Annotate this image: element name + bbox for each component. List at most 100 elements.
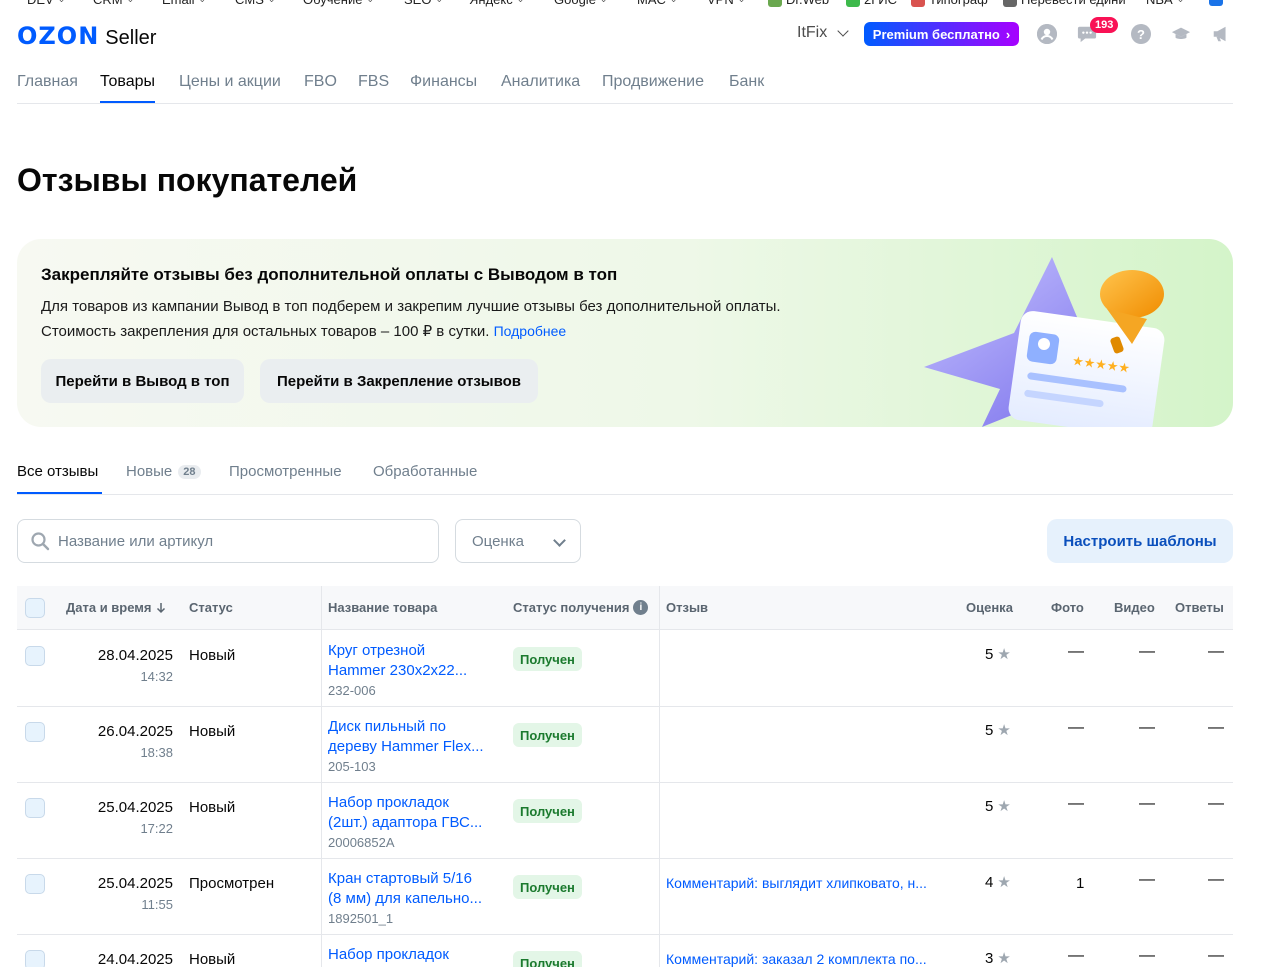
- bookmark-link[interactable]: 2ГИС: [846, 0, 897, 7]
- search-box[interactable]: [17, 519, 439, 563]
- product-name-link[interactable]: Кран стартовый 5/16 (8 мм) для капельно..…: [328, 869, 498, 909]
- promo-banner: Закрепляйте отзывы без дополнительной оп…: [17, 239, 1233, 427]
- bookmark-folder[interactable]: Google ⌄: [554, 0, 607, 7]
- review-score: 4 ★: [985, 873, 1011, 892]
- select-all-checkbox[interactable]: [25, 598, 45, 618]
- profile-icon[interactable]: [1037, 24, 1057, 44]
- product-name-link[interactable]: Набор прокладок (2шт.) адаптора ГВС...: [328, 793, 498, 833]
- rating-select[interactable]: Оценка: [455, 519, 581, 563]
- chevron-down-icon: [553, 534, 566, 547]
- bookmark-folder[interactable]: MAC ⌄: [637, 0, 677, 7]
- main-navigation: Главная Товары Цены и акции FBO FBS Фина…: [17, 60, 1233, 104]
- help-icon[interactable]: ?: [1131, 24, 1151, 44]
- review-status: Просмотрен: [189, 875, 275, 892]
- score-value: 3: [985, 949, 994, 967]
- banner-title: Закрепляйте отзывы без дополнительной оп…: [41, 265, 618, 284]
- review-time: 11:55: [141, 897, 173, 912]
- nav-item-fbo[interactable]: FBO: [304, 73, 337, 91]
- nav-item-promotion[interactable]: Продвижение: [602, 73, 704, 91]
- delivery-status-badge: Получен: [513, 875, 582, 899]
- product-sku: 20006852A: [328, 835, 395, 850]
- product-name-line: Набор прокладок: [328, 794, 449, 811]
- tab-all-reviews[interactable]: Все отзывы: [17, 463, 98, 480]
- nav-item-analytics[interactable]: Аналитика: [501, 73, 580, 91]
- video-count: —: [1139, 719, 1155, 736]
- bookmark-label: CRM: [93, 0, 123, 7]
- review-date: 24.04.2025: [97, 951, 173, 967]
- account-switcher[interactable]: ItFix: [797, 24, 849, 42]
- row-checkbox[interactable]: [25, 874, 45, 894]
- star-icon: ★: [997, 722, 1011, 739]
- nav-item-fbs[interactable]: FBS: [358, 73, 389, 91]
- nav-item-home[interactable]: Главная: [17, 73, 78, 91]
- bookmark-link[interactable]: Перевести едини: [1003, 0, 1126, 7]
- extension-icon[interactable]: [1209, 0, 1223, 6]
- bookmark-favicon-icon: [911, 0, 925, 7]
- chevron-down-icon: ⌄: [738, 0, 746, 5]
- bookmark-link[interactable]: Типограф: [911, 0, 988, 7]
- photo-count[interactable]: 1: [1076, 875, 1084, 892]
- bookmark-folder[interactable]: Яндекс ⌄: [469, 0, 524, 7]
- bookmark-label: Яндекс: [469, 0, 513, 7]
- row-checkbox[interactable]: [25, 798, 45, 818]
- premium-button[interactable]: Premium бесплатно ›: [864, 22, 1019, 46]
- product-name-link[interactable]: Диск пильный по дереву Hammer Flex...: [328, 717, 498, 757]
- nav-item-finance[interactable]: Финансы: [410, 73, 477, 91]
- more-link[interactable]: Подробнее: [494, 323, 567, 339]
- bookmark-label: 2ГИС: [864, 0, 897, 7]
- table-row[interactable]: 25.04.2025 11:55 Просмотрен Кран стартовый …: [17, 859, 1233, 935]
- go-to-top-button[interactable]: Перейти в Вывод в топ: [41, 359, 244, 403]
- star-icon: ★: [997, 950, 1011, 967]
- bookmark-folder[interactable]: DEV ⌄: [27, 0, 65, 7]
- table-row[interactable]: 25.04.2025 17:22 Новый Набор прокладок (2шт.…: [17, 783, 1233, 859]
- product-name-link[interactable]: Набор прокладок: [328, 945, 498, 965]
- answers-count: —: [1208, 719, 1224, 736]
- nav-item-prices[interactable]: Цены и акции: [179, 73, 281, 91]
- delivery-status-badge: Получен: [513, 647, 582, 671]
- review-time: 17:22: [140, 821, 173, 836]
- bookmark-link[interactable]: Dr.Web: [768, 0, 829, 7]
- nav-active-underline: [100, 101, 155, 103]
- chat-badge: 193: [1090, 17, 1119, 33]
- megaphone-icon[interactable]: [1211, 24, 1231, 44]
- bookmark-folder[interactable]: NBA ⌄: [1146, 0, 1184, 7]
- tab-new-reviews[interactable]: Новые 28: [126, 463, 201, 480]
- tab-processed-reviews[interactable]: Обработанные: [373, 463, 477, 480]
- education-icon[interactable]: [1171, 24, 1191, 44]
- photo-count: —: [1068, 719, 1084, 736]
- bookmark-folder[interactable]: CMS ⌄: [235, 0, 275, 7]
- bookmark-folder[interactable]: CRM ⌄: [93, 0, 134, 7]
- bookmark-folder[interactable]: Обучение ⌄: [303, 0, 374, 7]
- review-tabs: Все отзывы Новые 28 Просмотренные Обрабо…: [17, 452, 1233, 495]
- go-to-pin-reviews-button[interactable]: Перейти в Закрепление отзывов: [260, 359, 538, 403]
- configure-templates-button[interactable]: Настроить шаблоны: [1047, 519, 1233, 563]
- row-checkbox[interactable]: [25, 722, 45, 742]
- product-name-link[interactable]: Круг отрезной Hammer 230x2x22...: [328, 641, 498, 681]
- tab-viewed-reviews[interactable]: Просмотренные: [229, 463, 342, 480]
- bookmark-folder[interactable]: Email ⌄: [162, 0, 206, 7]
- star-icon: ★: [997, 798, 1011, 815]
- nav-item-bank[interactable]: Банк: [729, 73, 764, 91]
- bookmark-folder[interactable]: SEO ⌄: [404, 0, 443, 7]
- table-row[interactable]: 26.04.2025 18:38 Новый Диск пильный по дерев…: [17, 707, 1233, 783]
- table-row[interactable]: 28.04.2025 14:32 Новый Круг отрезной Hammer …: [17, 631, 1233, 707]
- search-input[interactable]: [58, 532, 418, 550]
- column-score: Оценка: [966, 600, 1013, 615]
- row-checkbox[interactable]: [25, 950, 45, 967]
- nav-item-products[interactable]: Товары: [100, 73, 155, 91]
- chevron-down-icon: ⌄: [58, 0, 66, 5]
- bookmark-folder[interactable]: VPN ⌄: [707, 0, 745, 7]
- row-checkbox[interactable]: [25, 646, 45, 666]
- review-text-link[interactable]: Комментарий: заказал 2 комплекта по...: [666, 951, 946, 967]
- table-row[interactable]: 24.04.2025 Новый Набор прокладок Получен Ком…: [17, 935, 1233, 967]
- bookmark-label: CMS: [235, 0, 264, 7]
- video-count: —: [1139, 947, 1155, 964]
- column-date[interactable]: Дата и время: [66, 600, 166, 615]
- photo-count: —: [1068, 795, 1084, 812]
- bookmark-label: DEV: [27, 0, 54, 7]
- review-text-link[interactable]: Комментарий: выглядит хлипковато, н...: [666, 875, 946, 891]
- info-icon[interactable]: i: [633, 600, 649, 615]
- chevron-down-icon: ⌄: [366, 0, 374, 5]
- ozon-seller-logo[interactable]: OZON Seller: [17, 22, 156, 50]
- chevron-down-icon: ⌄: [127, 0, 135, 5]
